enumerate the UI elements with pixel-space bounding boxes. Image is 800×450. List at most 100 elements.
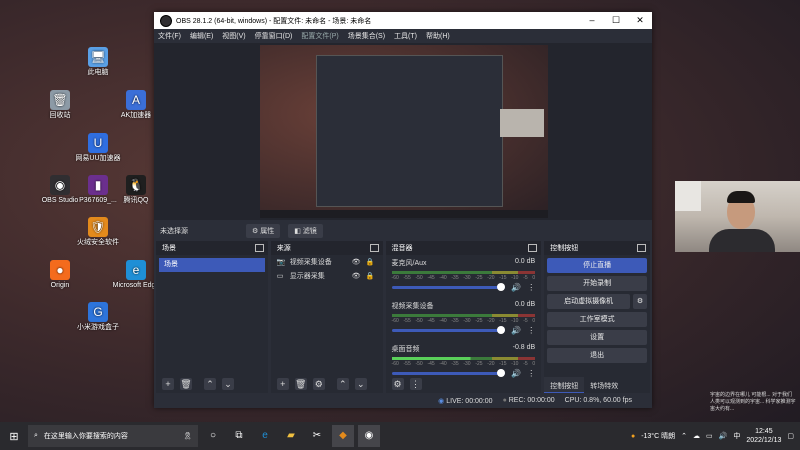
speaker-icon[interactable]: 🔊	[511, 326, 521, 335]
meter-tick-label: -25	[475, 275, 483, 281]
studio-mode-button[interactable]: 工作室模式	[547, 312, 647, 327]
source-item-video-capture[interactable]: 📷 视频采集设备 👁 🔒	[271, 255, 383, 269]
desktop-icon[interactable]: G 小米游戏盒子	[72, 302, 124, 332]
advanced-audio-button[interactable]: ⚙	[391, 378, 404, 390]
volume-knob[interactable]	[497, 283, 506, 291]
meter-tick-label: -25	[475, 361, 483, 367]
desktop-icon[interactable]: U 网易UU加速器	[72, 133, 124, 163]
tab-transitions[interactable]: 转场特效	[584, 377, 624, 393]
desktop-icon[interactable]: 🛡 火绒安全软件	[72, 217, 124, 247]
meter-tick-label: -55	[403, 275, 411, 281]
weather-text[interactable]: -13°C 晴朗	[641, 431, 675, 441]
menu-edit[interactable]: 编辑(E)	[190, 31, 213, 41]
meter-tick-label: 0	[532, 318, 536, 324]
menu-tools[interactable]: 工具(T)	[394, 31, 417, 41]
add-scene-button[interactable]: +	[162, 378, 174, 390]
menu-file[interactable]: 文件(F)	[158, 31, 181, 41]
close-button[interactable]: ✕	[628, 15, 652, 26]
popout-icon[interactable]	[636, 244, 646, 252]
add-source-button[interactable]: +	[276, 378, 289, 390]
title-bar[interactable]: OBS 28.1.2 (64-bit, windows) - 配置文件: 未命名…	[154, 12, 652, 29]
widgets-icon[interactable]: ⧉	[228, 425, 250, 447]
lock-icon[interactable]: 🔒	[366, 258, 375, 266]
popout-icon[interactable]	[254, 244, 264, 252]
sources-dock: 来源 📷 视频采集设备 👁 🔒 ▭ 显示器采集 👁 🔒 + 🗑 ⚙ ⌃ ⌄	[270, 241, 383, 393]
exit-button[interactable]: 退出	[547, 348, 647, 363]
mixer-menu-button[interactable]: ⋮	[409, 378, 422, 390]
source-properties-button[interactable]: ⚙	[312, 378, 325, 390]
move-down-button[interactable]: ⌄	[354, 378, 367, 390]
sources-title: 来源	[276, 245, 291, 252]
eye-icon[interactable]: 👁	[352, 258, 361, 266]
webcam-person-body	[709, 229, 775, 252]
huorong-icon[interactable]: ◆	[332, 425, 354, 447]
virtual-camera-settings-icon[interactable]: ⚙	[632, 294, 647, 309]
controls-dock: 控制按钮 停止直播 开始录制 启动虚拟摄像机 ⚙ 工作室模式 设置 退出 控制按…	[544, 241, 650, 393]
clock[interactable]: 12:45 2022/12/13	[746, 427, 781, 445]
move-up-button[interactable]: ⌃	[204, 378, 216, 390]
filters-button[interactable]: ◧ 滤镜	[288, 224, 323, 238]
remove-source-button[interactable]: 🗑	[294, 378, 307, 390]
move-down-button[interactable]: ⌄	[222, 378, 234, 390]
meter-tick-label: -45	[427, 318, 435, 324]
meter-tick-label: -60	[391, 275, 399, 281]
menu-scene-collection[interactable]: 场景集合(S)	[348, 31, 385, 41]
menu-dots-icon[interactable]: ⋮	[527, 326, 535, 335]
capcut-icon[interactable]: ✂	[306, 425, 328, 447]
preview-canvas[interactable]	[260, 45, 548, 218]
settings-button[interactable]: 设置	[547, 330, 647, 345]
notification-icon[interactable]: ▢	[787, 432, 794, 440]
speaker-icon[interactable]: 🔊	[511, 283, 521, 292]
volume-icon[interactable]: 🔊	[719, 432, 728, 440]
menu-help[interactable]: 帮助(H)	[426, 31, 450, 41]
taskbar-search[interactable]: ⌕ 在这里输入你要搜索的内容 🎗	[28, 425, 198, 447]
no-source-label: 未选择源	[160, 228, 188, 235]
maximize-button[interactable]: ☐	[604, 15, 628, 26]
virtual-camera-button[interactable]: 启动虚拟摄像机	[547, 294, 630, 309]
minimize-button[interactable]: –	[580, 15, 604, 26]
app-icon: A	[126, 90, 146, 110]
subtitle-overlay: 宇宙的边界在哪儿 可能根... 对于我们人类可以观测到的宇宙... 科学家推测宇…	[710, 392, 796, 412]
popout-icon[interactable]	[369, 244, 379, 252]
lock-icon[interactable]: 🔒	[366, 272, 375, 280]
remove-scene-button[interactable]: 🗑	[180, 378, 192, 390]
channel-name: 视频采集设备	[391, 303, 434, 310]
edge-icon[interactable]: e	[254, 425, 276, 447]
webcam-person-hair	[727, 191, 755, 203]
tab-controls[interactable]: 控制按钮	[544, 377, 585, 393]
ime-indicator[interactable]: 中	[733, 431, 740, 441]
menu-docks[interactable]: 停靠窗口(D)	[255, 31, 293, 41]
volume-slider[interactable]	[391, 326, 506, 334]
record-icon: ●	[502, 397, 507, 404]
network-icon[interactable]: ▭	[706, 432, 713, 440]
meter-tick-label: 0	[532, 361, 536, 367]
meter-tick-label: -45	[427, 361, 435, 367]
volume-knob[interactable]	[497, 326, 506, 334]
obs-taskbar-icon[interactable]: ◉	[358, 425, 380, 447]
file-explorer-icon[interactable]: ▰	[280, 425, 302, 447]
popout-icon[interactable]	[528, 244, 538, 252]
chevron-up-icon[interactable]: ⌃	[681, 432, 687, 440]
move-up-button[interactable]: ⌃	[336, 378, 349, 390]
source-item-display-capture[interactable]: ▭ 显示器采集 👁 🔒	[271, 269, 383, 283]
desktop-icon[interactable]: 🖥 此电脑	[72, 47, 124, 77]
start-recording-button[interactable]: 开始录制	[547, 276, 647, 291]
desktop-icon[interactable]: ● Origin	[34, 260, 86, 290]
stop-streaming-button[interactable]: 停止直播	[547, 258, 647, 273]
volume-slider[interactable]	[391, 283, 506, 291]
windows-start-icon[interactable]: ⊞	[0, 430, 28, 443]
properties-button[interactable]: ⚙ 属性	[246, 224, 281, 238]
eye-icon[interactable]: 👁	[352, 272, 361, 280]
menu-view[interactable]: 视图(V)	[222, 31, 245, 41]
menu-profile[interactable]: 配置文件(P)	[301, 31, 338, 41]
mixer-title: 混音器	[391, 245, 413, 252]
scene-item[interactable]: 场景	[159, 258, 265, 272]
desktop-icon[interactable]: 🗑 回收站	[34, 90, 86, 120]
meter-tick-label: -40	[439, 275, 447, 281]
docks: 场景 场景 + 🗑 ⌃ ⌄ 来源 📷 视频采集设备 👁 🔒 ▭ 显示器采集 👁	[154, 241, 652, 393]
task-view-icon[interactable]: ○	[202, 425, 224, 447]
search-icon: ⌕	[34, 432, 38, 439]
menu-dots-icon[interactable]: ⋮	[527, 283, 535, 292]
meter-tick-label: -35	[451, 275, 459, 281]
meter-tick-label: -15	[499, 361, 507, 367]
